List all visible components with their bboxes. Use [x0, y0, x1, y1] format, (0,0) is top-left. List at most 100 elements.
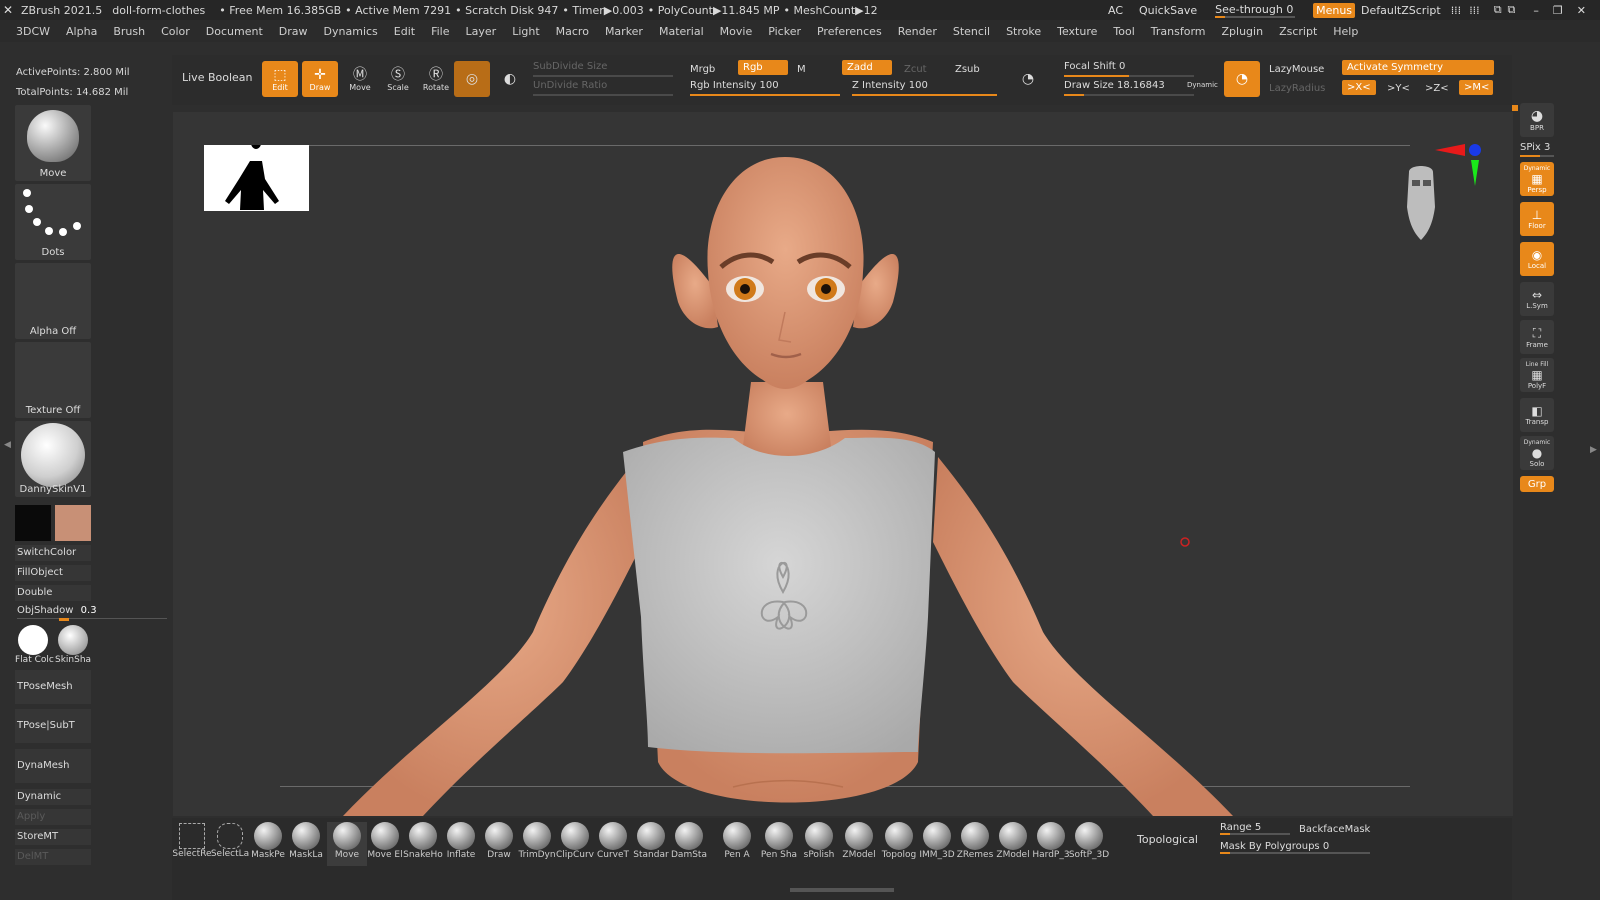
brush-standard[interactable]: Standar [631, 822, 671, 866]
focal-shift-slider[interactable]: Focal Shift 0 [1064, 61, 1194, 77]
rgb-button[interactable]: Rgb [738, 60, 788, 75]
menu-picker[interactable]: Picker [768, 25, 801, 38]
brush-move-elastic[interactable]: Move El [365, 822, 405, 866]
minimize-icon[interactable]: – [1533, 4, 1539, 17]
subdivide-size-slider[interactable]: SubDivide Size [533, 61, 673, 77]
menu-zscript[interactable]: Zscript [1279, 25, 1317, 38]
lazymouse-button[interactable]: LazyMouse [1264, 62, 1329, 77]
persp-button[interactable]: Dynamic ▦ Persp [1520, 162, 1554, 196]
rgb-intensity-slider[interactable]: Rgb Intensity 100 [690, 80, 840, 96]
menu-help[interactable]: Help [1333, 25, 1358, 38]
brush-draw[interactable]: Draw [479, 822, 519, 866]
sculptris-button[interactable]: ◐ [492, 61, 528, 97]
apply-button[interactable]: Apply [15, 809, 91, 825]
activate-symmetry-button[interactable]: Activate Symmetry [1342, 60, 1494, 75]
left-collapse-icon[interactable]: ◀ [4, 440, 11, 460]
menu-dynamics[interactable]: Dynamics [324, 25, 378, 38]
storemt-button[interactable]: StoreMT [15, 829, 91, 845]
tposemesh-button[interactable]: TPoseMesh [15, 670, 91, 704]
menu-render[interactable]: Render [898, 25, 937, 38]
brush-damstandard[interactable]: DamSta [669, 822, 709, 866]
spix-slider[interactable]: SPix 3 [1520, 142, 1554, 157]
polyf-button[interactable]: Line Fill ▦ PolyF [1520, 358, 1554, 392]
secondary-color-swatch[interactable] [55, 505, 91, 541]
ac-button[interactable]: AC [1108, 4, 1123, 17]
material-thumb[interactable]: DannySkinV1 [15, 421, 91, 497]
brush-selectlasso[interactable]: SelectLa [210, 822, 250, 866]
default-zscript-button[interactable]: DefaultZScript [1361, 4, 1441, 17]
mask-polygroups-slider[interactable]: Mask By Polygroups 0 [1220, 841, 1370, 854]
brush-masklasso[interactable]: MaskLa [286, 822, 326, 866]
menus-button[interactable]: Menus [1313, 2, 1356, 18]
objshadow-slider[interactable]: ObjShadow 0.3 [17, 605, 167, 621]
brush-trimdynamic[interactable]: TrimDyn [517, 822, 557, 866]
dynamic-toggle[interactable]: Dynamic [1182, 79, 1223, 91]
grp-button[interactable]: Grp [1520, 476, 1554, 492]
alpha-thumb[interactable]: Alpha Off [15, 263, 91, 339]
close-icon[interactable]: ✕ [1577, 4, 1586, 17]
lazyradius-slider[interactable]: LazyRadius [1264, 81, 1330, 96]
zcut-button[interactable]: Zcut [899, 62, 932, 77]
brush-clipcurve[interactable]: ClipCurv [555, 822, 595, 866]
document-canvas[interactable] [173, 112, 1513, 816]
menu-texture[interactable]: Texture [1057, 25, 1097, 38]
zsub-button[interactable]: Zsub [950, 62, 985, 77]
range-slider[interactable]: Range 5 [1220, 822, 1290, 835]
skinshade-material-icon[interactable] [58, 625, 88, 655]
z-intensity-slider[interactable]: Z Intensity 100 [852, 80, 997, 96]
layout2-icon[interactable]: ⁞⁞⁞ [1469, 4, 1480, 17]
sym-z-button[interactable]: >Z< [1420, 81, 1454, 96]
edit-button[interactable]: ⬚ Edit [262, 61, 298, 97]
frame-button[interactable]: ⛶ Frame [1520, 320, 1554, 354]
sym-x-button[interactable]: >X< [1342, 80, 1376, 95]
menu-file[interactable]: File [431, 25, 449, 38]
zadd-button[interactable]: Zadd [842, 60, 892, 75]
flat-color-material-icon[interactable] [18, 625, 48, 655]
texture-thumb[interactable]: Texture Off [15, 342, 91, 418]
menu-zplugin[interactable]: Zplugin [1222, 25, 1264, 38]
menu-preferences[interactable]: Preferences [817, 25, 882, 38]
sym-y-button[interactable]: >Y< [1382, 81, 1415, 96]
fillobject-button[interactable]: FillObject [15, 565, 91, 581]
gizmo-button[interactable]: ◎ [454, 61, 490, 97]
brush-zremesher[interactable]: ZRemes [955, 822, 995, 866]
solo-button[interactable]: Dynamic ● Solo [1520, 436, 1554, 470]
brush-maskpen[interactable]: MaskPe [248, 822, 288, 866]
lsym-button[interactable]: ⇔ L.Sym [1520, 282, 1554, 316]
menu-material[interactable]: Material [659, 25, 704, 38]
menu-stencil[interactable]: Stencil [953, 25, 990, 38]
brush-softp[interactable]: SoftP_3D [1069, 822, 1109, 866]
menu-transform[interactable]: Transform [1151, 25, 1206, 38]
menu-alpha[interactable]: Alpha [66, 25, 97, 38]
live-boolean-button[interactable]: Live Boolean [182, 71, 253, 84]
menu-light[interactable]: Light [512, 25, 539, 38]
bottom-scroll-handle[interactable] [790, 888, 894, 892]
menu-tool[interactable]: Tool [1113, 25, 1134, 38]
scale-button[interactable]: Ⓢ Scale [380, 61, 416, 97]
brush-zmodeler-2[interactable]: ZModel [993, 822, 1033, 866]
menu-macro[interactable]: Macro [556, 25, 589, 38]
brush-pen-shadow[interactable]: Pen Sha [759, 822, 799, 866]
draw-size-slider[interactable]: Draw Size 18.16843 [1064, 80, 1194, 96]
seethrough-slider[interactable]: See-through 0 [1215, 3, 1296, 18]
menu-movie[interactable]: Movie [720, 25, 753, 38]
delmt-button[interactable]: DelMT [15, 849, 91, 865]
brush-imm-3d[interactable]: IMM_3D [917, 822, 957, 866]
menu-stroke[interactable]: Stroke [1006, 25, 1041, 38]
menu-edit[interactable]: Edit [394, 25, 415, 38]
brush-curvetube[interactable]: CurveT [593, 822, 633, 866]
brush-pen-a[interactable]: Pen A [717, 822, 757, 866]
brush-topology[interactable]: Topolog [879, 822, 919, 866]
primary-color-swatch[interactable] [15, 505, 51, 541]
local-button[interactable]: ◉ Local [1520, 242, 1554, 276]
navigation-head-icon[interactable] [1403, 162, 1439, 242]
restore-icon[interactable]: ⧉ [1494, 3, 1502, 17]
m-button[interactable]: M [792, 62, 811, 77]
switchcolor-button[interactable]: SwitchColor [15, 545, 91, 561]
menu-brush[interactable]: Brush [113, 25, 145, 38]
menu-3dcw[interactable]: 3DCW [16, 25, 50, 38]
right-collapse-icon[interactable]: ▶ [1590, 445, 1597, 455]
rotate-button[interactable]: Ⓡ Rotate [418, 61, 454, 97]
brush-move[interactable]: Move [327, 822, 367, 866]
undivide-ratio-slider[interactable]: UnDivide Ratio [533, 80, 673, 96]
